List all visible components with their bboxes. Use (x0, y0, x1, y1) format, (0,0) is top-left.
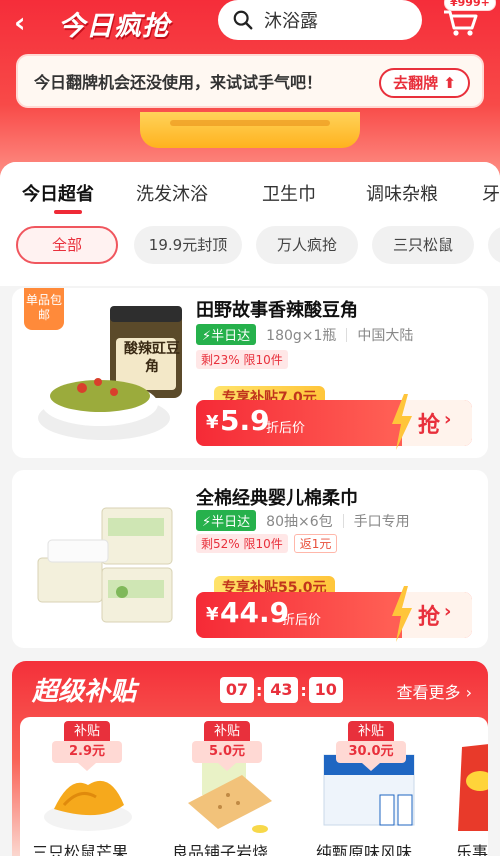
lightning-icon (392, 586, 412, 642)
category-tabs: 今日超省 洗发沐浴 卫生巾 调味杂粮 牙 (0, 162, 500, 218)
cashback-tag: 返1元 (293, 534, 338, 553)
flip-card-banner: 今日翻牌机会还没使用，来试试手气吧！ 去翻牌 ⬆ (16, 54, 484, 108)
stock-remaining: 剩23% 限10件 (196, 350, 288, 369)
stock-row: 剩23% 限10件 (196, 350, 288, 369)
chevron-right-icon: › (444, 409, 452, 430)
search-bar[interactable]: 沐浴露 (218, 0, 422, 40)
item-name: 良品铺子岩烧 (172, 843, 269, 856)
countdown-timer: 07: 43: 10 (220, 677, 343, 703)
free-shipping-tag: 单品包邮 (24, 288, 64, 330)
price-bar[interactable]: ¥ 44.9 折后价 抢 › (196, 586, 472, 642)
see-more-link[interactable]: 查看更多 › (396, 679, 472, 703)
price-label: 折后价 (282, 613, 322, 628)
price-label: 折后价 (266, 421, 306, 436)
back-icon[interactable]: ‹ (14, 6, 48, 40)
product-meta: ⚡半日达 80抽×6包 手口专用 (196, 510, 410, 531)
currency-symbol: ¥ (206, 412, 219, 433)
product-card[interactable]: 酸辣豇豆角 单品包邮 田野故事香辣酸豆角 ⚡半日达 180g×1瓶 中国大陆 剩… (12, 288, 488, 458)
subsidy-item[interactable]: 补贴 2.9元 三只松鼠芒果 (20, 717, 144, 856)
page-title: 今日疯抢 (58, 11, 170, 42)
product-origin: 手口专用 (353, 513, 410, 530)
product-card[interactable]: 全棉经典婴儿棉柔巾 ⚡半日达 80抽×6包 手口专用 剩52% 限10件 返1元… (12, 470, 488, 648)
product-meta: ⚡半日达 180g×1瓶 中国大陆 (196, 324, 413, 345)
stock-row: 剩52% 限10件 返1元 (196, 534, 338, 553)
chip-all[interactable]: 全部 (16, 226, 118, 264)
product-price: 44.9 (220, 596, 290, 629)
half-day-delivery-tag: ⚡半日达 (196, 510, 257, 531)
chevron-right-icon: › (444, 601, 452, 622)
product-spec: 80抽×6包 (266, 513, 333, 530)
chip-three-squirrels[interactable]: 三只松鼠 (372, 226, 474, 264)
tab-sanitary[interactable]: 卫生巾 (262, 180, 316, 206)
item-name: 乐事 (456, 843, 488, 856)
product-price: 5.9 (220, 404, 270, 437)
filter-chips: 全部 19.9元封顶 万人疯抢 三只松鼠 (0, 218, 500, 286)
timer-seconds: 10 (308, 677, 343, 703)
timer-hours: 07 (220, 677, 254, 703)
product-title: 田野故事香辣酸豆角 (196, 300, 358, 321)
buy-button[interactable]: 抢 › (392, 586, 472, 642)
search-input[interactable]: 沐浴露 (264, 7, 318, 33)
arrow-up-icon: ⬆ (443, 74, 456, 92)
stock-remaining: 剩52% 限10件 (196, 534, 288, 553)
tab-dental[interactable]: 牙 (482, 180, 500, 206)
subsidy-item[interactable]: 乐事 (444, 717, 488, 856)
product-image-baby-wipes (37, 507, 173, 623)
tab-today-save[interactable]: 今日超省 (22, 180, 94, 206)
tab-hair-bath[interactable]: 洗发沐浴 (136, 180, 208, 206)
product-origin: 中国大陆 (357, 327, 414, 344)
pickle-jar-label: 酸辣豇豆角 (124, 341, 180, 375)
product-spec: 180g×1瓶 (266, 327, 337, 344)
buy-button[interactable]: 抢 › (392, 394, 472, 450)
search-icon (233, 10, 253, 30)
item-name: 纯甄原味风味 (316, 843, 413, 856)
flip-card-message: 今日翻牌机会还没使用，来试试手气吧！ (34, 73, 323, 92)
active-tab-indicator (54, 210, 82, 214)
tab-seasoning[interactable]: 调味杂粮 (366, 180, 438, 206)
chip-more[interactable] (488, 226, 500, 264)
half-day-delivery-tag: ⚡半日达 (196, 324, 257, 345)
cart-badge: ¥999+ (444, 0, 496, 11)
flip-card-button[interactable]: 去翻牌 ⬆ (379, 68, 470, 98)
lightning-icon (392, 394, 412, 450)
product-image-chips (458, 744, 488, 831)
subsidy-items: 补贴 2.9元 三只松鼠芒果 补贴 5.0元 良品铺子岩烧 补贴 30.0元 纯… (20, 717, 488, 856)
gold-banner-button[interactable] (140, 112, 360, 148)
super-subsidy-title: 超级补贴 (32, 677, 137, 707)
product-title: 全棉经典婴儿棉柔巾 (196, 488, 358, 509)
chevron-right-icon: › (465, 683, 472, 702)
chip-popular[interactable]: 万人疯抢 (256, 226, 358, 264)
subsidy-badge: 补贴 2.9元 (52, 721, 122, 771)
subsidy-badge: 补贴 5.0元 (192, 721, 262, 771)
currency-symbol: ¥ (206, 604, 219, 625)
timer-minutes: 43 (264, 677, 299, 703)
item-name: 三只松鼠芒果 (32, 843, 129, 856)
subsidy-item[interactable]: 补贴 5.0元 良品铺子岩烧 (160, 717, 284, 856)
price-bar[interactable]: ¥ 5.9 折后价 抢 › (196, 394, 472, 450)
chip-price-cap[interactable]: 19.9元封顶 (134, 226, 242, 264)
subsidy-badge: 补贴 30.0元 (336, 721, 406, 771)
subsidy-item[interactable]: 补贴 30.0元 纯甄原味风味 (304, 717, 428, 856)
super-subsidy-section: 超级补贴 07: 43: 10 查看更多 › 补贴 2.9元 三只松鼠芒果 补贴… (12, 661, 488, 856)
